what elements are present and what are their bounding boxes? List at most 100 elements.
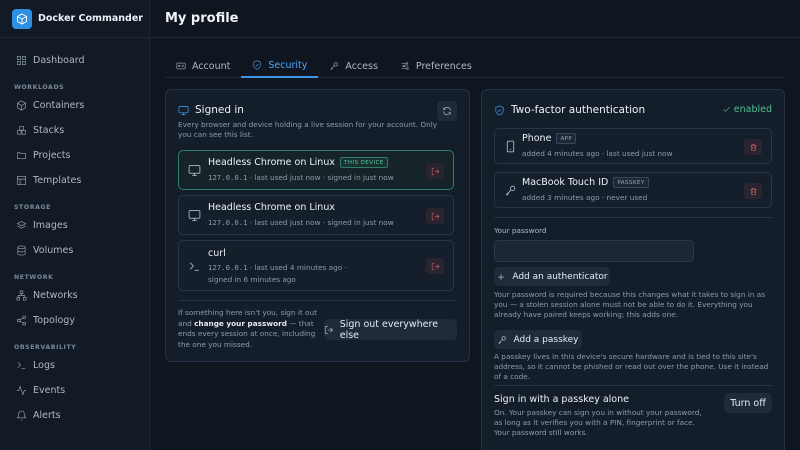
- sidebar-nav: Dashboard WORKLOADS Containers Stacks Pr…: [0, 38, 149, 428]
- sign-out-session-button[interactable]: [426, 163, 444, 179]
- password-input[interactable]: [494, 240, 694, 262]
- sidebar-item-label: Alerts: [33, 410, 61, 421]
- sidebar-item-label: Dashboard: [33, 55, 85, 66]
- session-ip: 127.0.0.1: [208, 173, 248, 182]
- profile-tabs: Account Security Access Preferences: [165, 54, 785, 78]
- button-label: Add an authenticator: [512, 271, 608, 282]
- trash-icon: [750, 187, 756, 195]
- monitor-icon: [188, 209, 201, 222]
- signed-in-title: Signed in: [195, 104, 244, 116]
- authenticator-type-badge: APP: [556, 133, 577, 144]
- nav-section-observability: OBSERVABILITY: [14, 344, 77, 351]
- sign-out-session-button[interactable]: [426, 208, 444, 224]
- page-title: My profile: [165, 11, 239, 26]
- session-meta: 127.0.0.1 · last used just now · signed …: [208, 218, 394, 227]
- sidebar-item-events[interactable]: Events: [0, 378, 149, 403]
- sidebar-item-projects[interactable]: Projects: [0, 143, 149, 168]
- signed-in-footer: If something here isn't you, sign it out…: [178, 308, 318, 350]
- logout-icon: [431, 212, 439, 220]
- session-name: Headless Chrome on Linux: [208, 157, 335, 168]
- sidebar-item-topology[interactable]: Topology: [0, 308, 149, 333]
- signed-in-panel: Signed in Every browser and device holdi…: [165, 89, 470, 362]
- sidebar-item-label: Volumes: [33, 245, 74, 256]
- logout-icon: [431, 262, 439, 270]
- add-authenticator-button[interactable]: Add an authenticator: [494, 267, 610, 286]
- stack-icon: [15, 125, 27, 137]
- passkey-note: A passkey lives in this device's secure …: [494, 352, 769, 381]
- sidebar-item-networks[interactable]: Networks: [0, 283, 149, 308]
- tab-label: Account: [192, 60, 231, 72]
- session-meta: 127.0.0.1 · last used 4 minutes ago · si…: [208, 263, 347, 284]
- sidebar-item-templates[interactable]: Templates: [0, 168, 149, 193]
- sidebar-item-alerts[interactable]: Alerts: [0, 403, 149, 428]
- key-icon: [498, 335, 507, 344]
- tab-security[interactable]: Security: [241, 54, 319, 78]
- sign-out-everywhere-button[interactable]: Sign out everywhere else: [324, 319, 457, 341]
- change-password-link[interactable]: change your password: [194, 319, 287, 328]
- sidebar-item-volumes[interactable]: Volumes: [0, 238, 149, 263]
- session-ip: 127.0.0.1: [208, 263, 248, 272]
- session-item: Headless Chrome on Linux 127.0.0.1 · las…: [178, 195, 454, 235]
- nav-section-network: NETWORK: [14, 274, 54, 281]
- passkey-alone-note: On. Your passkey can sign you in without…: [494, 408, 702, 437]
- check-icon: [723, 107, 730, 112]
- sidebar-item-dashboard[interactable]: Dashboard: [0, 48, 149, 73]
- layers-icon: [15, 220, 27, 232]
- refresh-icon: [443, 107, 451, 115]
- sign-out-session-button[interactable]: [426, 258, 444, 274]
- two-factor-heading: Two-factor authentication: [494, 104, 645, 116]
- logout-icon: [324, 325, 333, 334]
- session-last-used: last used just now: [254, 218, 321, 227]
- session-signed-in: signed in just now: [327, 218, 394, 227]
- tab-access[interactable]: Access: [318, 54, 389, 78]
- tab-account[interactable]: Account: [165, 54, 241, 78]
- remove-authenticator-button[interactable]: [744, 139, 762, 155]
- trash-icon: [750, 143, 756, 151]
- signed-in-heading: Signed in: [178, 104, 244, 116]
- sidebar-item-logs[interactable]: Logs: [0, 353, 149, 378]
- authenticator-name: Phone: [522, 133, 552, 144]
- shield-icon: [253, 60, 261, 70]
- two-factor-panel: Two-factor authentication enabled Phone …: [481, 89, 785, 450]
- sidebar-item-label: Templates: [33, 175, 82, 186]
- session-meta: 127.0.0.1 · last used just now · signed …: [208, 173, 394, 182]
- authenticator-meta: added 4 minutes ago · last used just now: [522, 149, 673, 158]
- tab-preferences[interactable]: Preferences: [389, 54, 483, 78]
- button-label: Turn off: [730, 397, 766, 409]
- sidebar-item-label: Events: [33, 385, 66, 396]
- monitor-icon: [188, 164, 201, 177]
- database-icon: [15, 245, 27, 257]
- add-passkey-button[interactable]: Add a passkey: [494, 330, 582, 349]
- brand[interactable]: Docker Commander: [0, 0, 149, 38]
- sidebar-item-stacks[interactable]: Stacks: [0, 118, 149, 143]
- turn-off-button[interactable]: Turn off: [724, 393, 772, 413]
- bell-icon: [15, 410, 27, 422]
- password-label: Your password: [494, 226, 547, 235]
- session-item: Headless Chrome on Linux THIS DEVICE 127…: [178, 150, 454, 190]
- tab-label: Preferences: [415, 60, 472, 72]
- share-nodes-icon: [15, 315, 27, 327]
- sidebar-item-images[interactable]: Images: [0, 213, 149, 238]
- nav-section-workloads: WORKLOADS: [14, 84, 65, 91]
- key-icon: [330, 62, 338, 70]
- sidebar: Docker Commander Dashboard WORKLOADS Con…: [0, 0, 150, 450]
- page-header: My profile: [151, 0, 800, 38]
- template-icon: [15, 175, 27, 187]
- session-name-row: curl: [208, 248, 226, 259]
- sidebar-item-containers[interactable]: Containers: [0, 93, 149, 118]
- divider: [178, 300, 457, 301]
- terminal-icon: [188, 260, 201, 273]
- button-label: Add a passkey: [513, 334, 579, 345]
- logout-icon: [431, 167, 439, 175]
- refresh-button[interactable]: [437, 101, 457, 121]
- password-note: Your password is required because this c…: [494, 290, 766, 319]
- docker-cube-logo-icon: [12, 8, 32, 29]
- sidebar-item-label: Projects: [33, 150, 71, 161]
- terminal-icon: [15, 360, 27, 372]
- sidebar-item-label: Stacks: [33, 125, 65, 136]
- session-signed-in: signed in just now: [327, 173, 394, 182]
- tab-label: Access: [345, 60, 378, 72]
- key-icon: [504, 184, 517, 197]
- authenticator-meta: added 3 minutes ago · never used: [522, 193, 648, 202]
- remove-authenticator-button[interactable]: [744, 183, 762, 199]
